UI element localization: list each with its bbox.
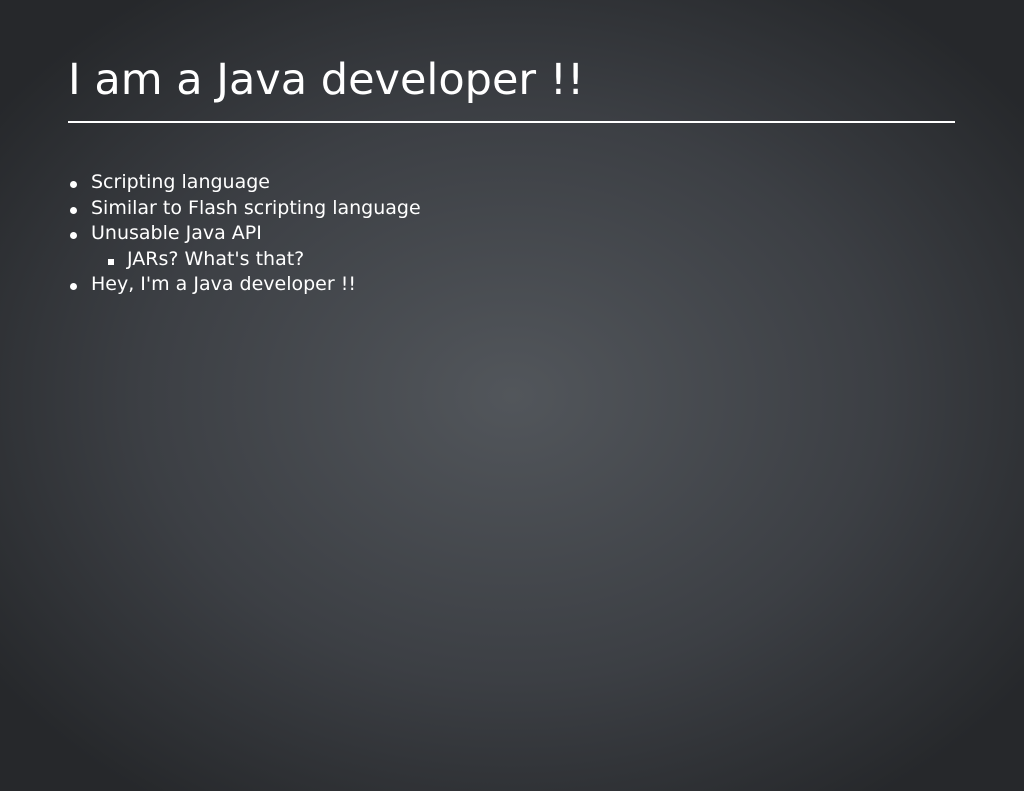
bullet-item: Hey, I'm a Java developer !! xyxy=(68,272,421,298)
bullet-dot-icon xyxy=(70,206,77,214)
sub-bullet-item: JARs? What's that? xyxy=(68,247,421,273)
bullet-dot-icon xyxy=(70,232,77,240)
title-underline xyxy=(68,121,955,123)
bullet-list: Scripting language Similar to Flash scri… xyxy=(68,170,421,298)
slide-title: I am a Java developer !! xyxy=(68,55,585,105)
slide: I am a Java developer !! Scripting langu… xyxy=(0,0,1024,791)
bullet-text: Scripting language xyxy=(91,171,270,193)
bullet-item: Scripting language xyxy=(68,170,421,196)
bullet-item: Unusable Java API xyxy=(68,221,421,247)
bullet-text: Similar to Flash scripting language xyxy=(91,196,421,219)
bullet-item: Similar to Flash scripting language xyxy=(68,196,421,222)
bullet-text: Hey, I'm a Java developer !! xyxy=(91,273,356,296)
bullet-square-icon xyxy=(108,258,114,265)
bullet-dot-icon xyxy=(70,283,77,291)
bullet-text: JARs? What's that? xyxy=(127,247,305,270)
bullet-text: Unusable Java API xyxy=(91,222,262,245)
bullet-dot-icon xyxy=(70,181,77,188)
